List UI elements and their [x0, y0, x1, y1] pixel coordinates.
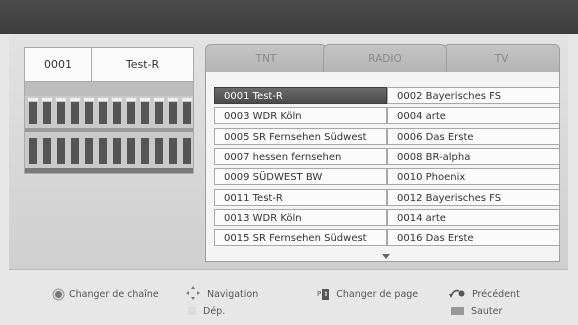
- legend-move: Dép.: [188, 304, 225, 318]
- channel-item[interactable]: 0006 Das Erste: [387, 128, 560, 145]
- top-bar: [0, 0, 578, 34]
- scroll-down-icon[interactable]: [382, 254, 390, 259]
- channel-item[interactable]: 0007 hessen fernsehen: [214, 148, 387, 165]
- channel-item[interactable]: 0015 SR Fernsehen Südwest: [214, 229, 387, 246]
- preview-header: 0001 Test-R: [25, 48, 193, 82]
- legend-change-page-label: Changer de page: [336, 288, 419, 300]
- legend-change-channel-label: Changer de chaîne: [69, 288, 159, 300]
- legend-change-channel: Changer de chaîne: [55, 287, 159, 301]
- channel-item[interactable]: 0002 Bayerisches FS: [387, 87, 560, 104]
- tab-tv[interactable]: TV: [443, 44, 560, 72]
- back-icon: [449, 288, 465, 301]
- legend-navigation-label: Navigation: [207, 288, 259, 300]
- move-key-icon: [188, 307, 196, 315]
- channel-item[interactable]: 0009 SÜDWEST BW: [214, 168, 387, 185]
- channel-item[interactable]: 0005 SR Fernsehen Südwest: [214, 128, 387, 145]
- button-legend: Changer de chaîne Navigation Dép. P ⇕ Cha…: [0, 270, 578, 325]
- legend-navigation: Navigation: [186, 285, 259, 303]
- ok-button-icon: [55, 290, 62, 298]
- tab-radio[interactable]: RADIO: [323, 44, 447, 72]
- channel-item[interactable]: 0004 arte: [387, 107, 560, 124]
- legend-skip: Sauter: [451, 304, 502, 318]
- page-key-letter: P: [317, 289, 322, 298]
- legend-move-label: Dép.: [203, 305, 226, 317]
- channel-item[interactable]: 0001 Test-R: [214, 87, 387, 104]
- channel-item[interactable]: 0011 Test-R: [214, 189, 387, 206]
- preview-channel-name: Test-R: [125, 58, 160, 71]
- channel-item[interactable]: 0003 WDR Köln: [214, 107, 387, 124]
- channel-preview: 0001 Test-R: [24, 47, 194, 174]
- channel-item[interactable]: 0012 Bayerisches FS: [387, 189, 560, 206]
- channel-item[interactable]: 0008 BR-alpha: [387, 148, 560, 165]
- channel-item[interactable]: 0013 WDR Köln: [214, 209, 387, 226]
- channel-item[interactable]: 0014 arte: [387, 209, 560, 226]
- tab-tnt[interactable]: TNT: [205, 44, 327, 72]
- legend-change-page: P ⇕ Changer de page: [317, 287, 418, 301]
- preview-channel-number: 0001: [25, 48, 92, 81]
- tab-bar: TNT RADIO TV: [205, 44, 560, 72]
- channel-item[interactable]: 0016 Das Erste: [387, 229, 560, 246]
- legend-previous: Précédent: [449, 287, 520, 301]
- navigation-arrows-icon: [186, 285, 200, 303]
- legend-skip-label: Sauter: [471, 305, 503, 317]
- legend-previous-label: Précédent: [472, 288, 520, 300]
- page-key-icon: P ⇕: [317, 288, 330, 300]
- preview-video-image: [25, 82, 193, 173]
- skip-key-icon: [451, 307, 464, 315]
- channel-item[interactable]: 0010 Phoenix: [387, 168, 560, 185]
